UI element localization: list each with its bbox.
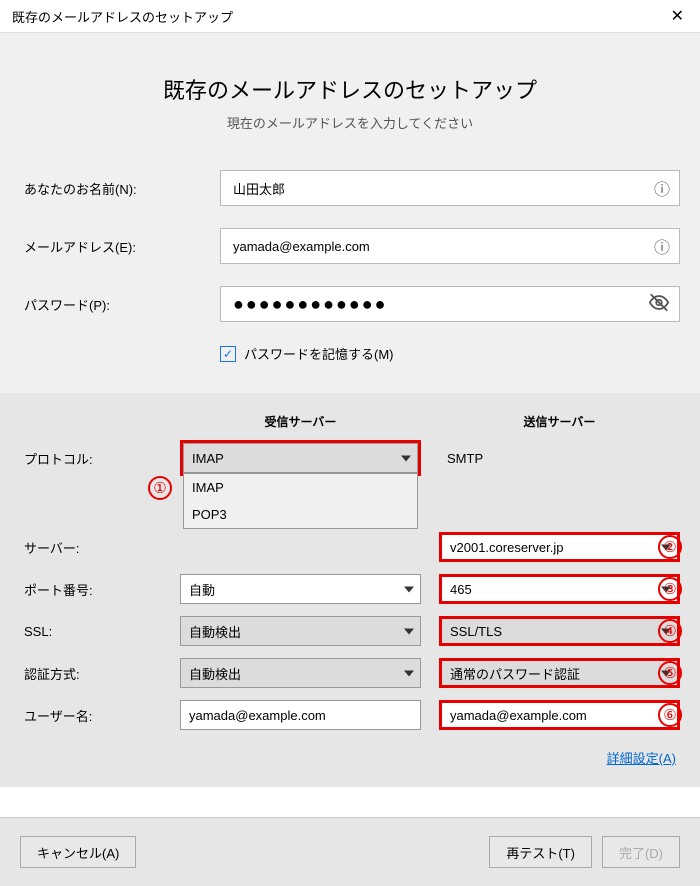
auth-label: 認証方式: (20, 664, 180, 683)
row-ssl: SSL: 自動検出 SSL/TLS ④ (20, 616, 680, 646)
incoming-user-input[interactable]: yamada@example.com (180, 700, 421, 730)
server-label: サーバー: (20, 538, 180, 557)
protocol-dropdown: IMAP POP3 (183, 473, 418, 529)
user-label: ユーザー名: (20, 706, 180, 725)
outgoing-header: 送信サーバー (439, 413, 680, 430)
ssl-label: SSL: (20, 624, 180, 639)
outgoing-user-input[interactable]: yamada@example.com (439, 700, 680, 730)
outgoing-port-select[interactable]: 465 (439, 574, 680, 604)
annotation-badge-1: ① (148, 476, 172, 500)
remember-checkbox[interactable]: ✓ (220, 346, 236, 362)
protocol-label: プロトコル: (20, 449, 180, 468)
annotation-badge-5: ⑤ (658, 661, 682, 685)
email-label: メールアドレス(E): (20, 237, 220, 256)
protocol-option-imap[interactable]: IMAP (184, 474, 417, 501)
annotation-badge-4: ④ (658, 619, 682, 643)
eye-slash-icon[interactable] (648, 292, 670, 317)
incoming-port-select[interactable]: 自動 (180, 574, 421, 604)
page-heading: 既存のメールアドレスのセットアップ (20, 73, 680, 105)
incoming-ssl-select[interactable]: 自動検出 (180, 616, 421, 646)
close-icon[interactable]: ✕ (665, 6, 690, 26)
outgoing-auth-select[interactable]: 通常のパスワード認証 (439, 658, 680, 688)
incoming-auth-select[interactable]: 自動検出 (180, 658, 421, 688)
advanced-link[interactable]: 詳細設定(A) (20, 748, 680, 767)
info-icon[interactable]: ⓘ (654, 234, 670, 258)
info-icon[interactable]: ⓘ (654, 176, 670, 200)
retest-button[interactable]: 再テスト(T) (489, 836, 592, 868)
port-label: ポート番号: (20, 580, 180, 599)
outgoing-ssl-select[interactable]: SSL/TLS (439, 616, 680, 646)
name-label: あなたのお名前(N): (20, 179, 220, 198)
row-user: ユーザー名: yamada@example.com yamada@example… (20, 700, 680, 730)
row-protocol: プロトコル: IMAP IMAP POP3 ① SMTP (20, 440, 680, 476)
chevron-down-icon (404, 666, 414, 681)
chevron-down-icon (404, 582, 414, 597)
incoming-protocol-select[interactable]: IMAP (183, 443, 418, 473)
protocol-option-pop3[interactable]: POP3 (184, 501, 417, 528)
outgoing-protocol-text: SMTP (439, 443, 680, 473)
row-auth: 認証方式: 自動検出 通常のパスワード認証 ⑤ (20, 658, 680, 688)
password-label: パスワード(P): (20, 295, 220, 314)
chevron-down-icon (404, 624, 414, 639)
done-button[interactable]: 完了(D) (602, 836, 680, 868)
titlebar: 既存のメールアドレスのセットアップ ✕ (0, 0, 700, 33)
email-input[interactable] (220, 228, 680, 264)
row-server: サーバー: v2001.coreserver.jp ② (20, 532, 680, 562)
window-title: 既存のメールアドレスのセットアップ (12, 7, 233, 26)
incoming-header: 受信サーバー (180, 413, 421, 430)
annotation-badge-3: ③ (658, 577, 682, 601)
name-input[interactable] (220, 170, 680, 206)
row-port: ポート番号: 自動 465 ③ (20, 574, 680, 604)
upper-panel: 既存のメールアドレスのセットアップ 現在のメールアドレスを入力してください あな… (0, 33, 700, 393)
outgoing-server-select[interactable]: v2001.coreserver.jp (439, 532, 680, 562)
remember-label: パスワードを記憶する(M) (244, 344, 394, 363)
footer: キャンセル(A) 再テスト(T) 完了(D) (0, 817, 700, 886)
lower-panel: 受信サーバー 送信サーバー プロトコル: IMAP IMAP POP3 ① SM… (0, 393, 700, 787)
cancel-button[interactable]: キャンセル(A) (20, 836, 136, 868)
password-input[interactable]: ●●●●●●●●●●●● (220, 286, 680, 322)
page-subheading: 現在のメールアドレスを入力してください (20, 113, 680, 132)
chevron-down-icon (401, 451, 411, 466)
annotation-badge-6: ⑥ (658, 703, 682, 727)
annotation-badge-2: ② (658, 535, 682, 559)
